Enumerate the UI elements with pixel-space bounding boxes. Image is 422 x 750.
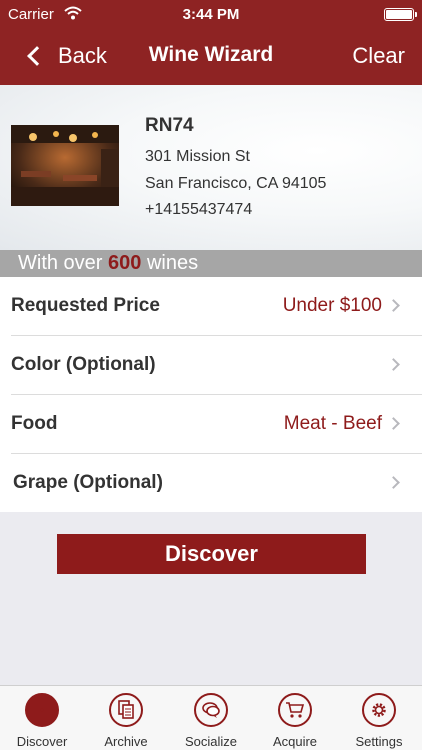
option-label: Food (11, 413, 58, 434)
tab-label: Acquire (272, 734, 318, 749)
option-row-grape[interactable]: Grape (Optional) (0, 454, 422, 512)
status-time: 3:44 PM (182, 6, 240, 23)
tab-bar: Discover Archive Socialize Acquire Setti… (0, 685, 422, 750)
restaurant-name: RN74 (145, 115, 194, 136)
tab-label: Archive (104, 734, 148, 749)
option-value: Meat - Beef (283, 413, 382, 434)
wine-count-banner: With over 600 wines (0, 250, 422, 277)
navigation-bar: Back Wine Wizard Clear (0, 30, 422, 85)
chevron-right-icon (387, 417, 400, 430)
chevron-right-icon (387, 358, 400, 371)
tab-socialize[interactable]: Socialize (169, 693, 253, 749)
restaurant-photo (11, 125, 119, 206)
tab-label: Settings (355, 734, 403, 749)
gear-icon (362, 693, 396, 727)
status-bar: Carrier 3:44 PM (0, 0, 422, 30)
banner-prefix: With over (18, 252, 109, 274)
options-list: Requested Price Under $100 Color (Option… (0, 277, 422, 512)
option-row-color[interactable]: Color (Optional) (0, 336, 422, 394)
tab-label: Discover (16, 734, 68, 749)
tab-archive[interactable]: Archive (84, 693, 168, 749)
wine-count: 600 (108, 252, 142, 274)
banner-suffix: wines (141, 252, 199, 274)
option-label: Grape (Optional) (13, 472, 163, 493)
restaurant-card: RN74 301 Mission St San Francisco, CA 94… (0, 85, 422, 250)
restaurant-street: 301 Mission St (145, 148, 250, 165)
option-value: Under $100 (282, 295, 382, 316)
cart-icon (278, 693, 312, 727)
chevron-right-icon (387, 476, 400, 489)
tab-acquire[interactable]: Acquire (253, 693, 337, 749)
discover-button[interactable]: Discover (57, 534, 366, 574)
header: Carrier 3:44 PM Back Wine Wizard Clear (0, 0, 422, 85)
option-label: Requested Price (11, 295, 160, 316)
restaurant-city: San Francisco, CA 94105 (145, 175, 327, 192)
chevron-right-icon (387, 299, 400, 312)
option-row-food[interactable]: Food Meat - Beef (0, 395, 422, 453)
clear-button[interactable]: Clear (352, 43, 405, 69)
chat-bubbles-icon (194, 693, 228, 727)
restaurant-phone[interactable]: +14155437474 (145, 201, 252, 219)
option-label: Color (Optional) (11, 354, 156, 375)
battery-icon (384, 8, 417, 21)
tab-settings[interactable]: Settings (337, 693, 421, 749)
tab-discover[interactable]: Discover (0, 693, 84, 749)
compass-icon (25, 693, 59, 727)
documents-icon (109, 693, 143, 727)
option-row-price[interactable]: Requested Price Under $100 (0, 277, 422, 335)
tab-label: Socialize (184, 734, 238, 749)
